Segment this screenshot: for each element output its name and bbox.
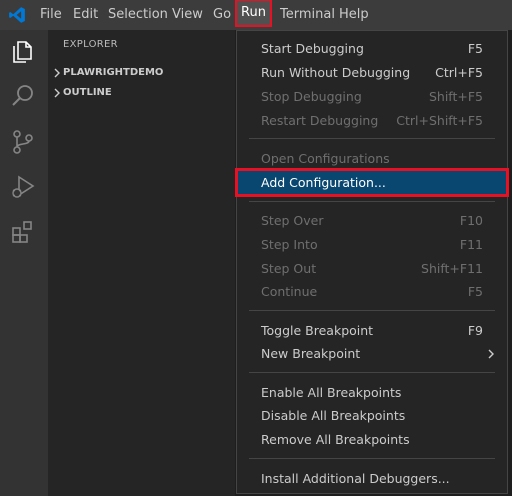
menu-item-shortcut: F10 [459,213,483,228]
section-outline[interactable]: OUTLINE [48,83,235,103]
menu-separator [249,458,495,459]
menu-file[interactable]: File [40,6,62,24]
section-plawrightdemo[interactable]: PLAWRIGHTDEMO [48,63,235,83]
menu-separator [249,201,495,202]
vscode-window: File Edit Selection View Go Run Terminal… [0,0,512,496]
sidebar-title: EXPLORER [63,39,118,50]
menu-item-label: Disable All Breakpoints [261,408,406,423]
menu-item-shortcut: Shift+F11 [421,261,483,276]
vscode-logo-icon [9,7,25,23]
menu-item-start-debugging[interactable]: Start Debugging F5 [237,37,507,60]
menu-item-shortcut: Shift+F5 [428,89,483,104]
menu-item-shortcut: Ctrl+Shift+F5 [396,113,483,128]
menu-item-enable-all-breakpoints[interactable]: Enable All Breakpoints [237,381,507,404]
menu-item-label: Enable All Breakpoints [261,385,402,400]
menu-item-label: Step Out [261,261,317,276]
section-label: OUTLINE [63,87,112,98]
run-menu-dropdown: Start Debugging F5 Run Without Debugging… [235,30,509,494]
menu-item-add-configuration[interactable]: Add Configuration... [235,168,509,197]
menu-item-shortcut: F5 [467,41,483,56]
menu-item-shortcut: F11 [459,237,483,252]
menu-separator [249,138,495,139]
menu-help[interactable]: Help [339,6,369,24]
menu-item-step-out: Step Out Shift+F11 [237,257,507,280]
menu-item-label: Restart Debugging [261,113,379,128]
menu-item-label: Stop Debugging [261,89,362,104]
extensions-icon[interactable] [9,218,37,246]
menu-item-shortcut: F5 [467,284,483,299]
menu-item-label: Install Additional Debuggers... [261,471,450,486]
menu-item-shortcut: Ctrl+F5 [435,65,483,80]
menu-item-step-into: Step Into F11 [237,233,507,256]
menu-item-label: Add Configuration... [261,175,386,190]
activity-bar [0,30,48,496]
menu-item-open-configurations: Open Configurations [237,147,507,170]
menu-item-new-breakpoint[interactable]: New Breakpoint [237,342,507,365]
source-control-icon[interactable] [9,128,37,156]
menu-item-remove-all-breakpoints[interactable]: Remove All Breakpoints [237,428,507,451]
menu-item-label: Run Without Debugging [261,65,411,80]
files-icon[interactable] [9,38,37,66]
menu-item-shortcut: F9 [467,323,483,338]
menu-item-label: Step Over [261,213,324,228]
menu-item-label: Toggle Breakpoint [261,323,374,338]
chevron-right-icon [54,88,60,98]
menu-item-restart-debugging: Restart Debugging Ctrl+Shift+F5 [237,109,507,132]
run-debug-icon[interactable] [9,173,37,201]
menu-item-label: Step Into [261,237,318,252]
menu-item-continue: Continue F5 [237,280,507,303]
menu-view[interactable]: View [172,6,203,24]
menu-terminal[interactable]: Terminal [280,6,335,24]
menu-separator [249,372,495,373]
menu-item-install-additional-debuggers[interactable]: Install Additional Debuggers... [237,467,507,490]
menu-item-label: Continue [261,284,318,299]
submenu-chevron-icon [488,349,494,359]
menu-go[interactable]: Go [213,6,231,24]
menu-separator [249,310,495,311]
section-label: PLAWRIGHTDEMO [63,67,164,78]
chevron-right-icon [54,68,60,78]
menu-item-label: Open Configurations [261,151,390,166]
menu-item-stop-debugging: Stop Debugging Shift+F5 [237,85,507,108]
explorer-sidebar: EXPLORER PLAWRIGHTDEMO OUTLINE [48,30,235,496]
menu-item-label: Start Debugging [261,41,364,56]
menu-selection[interactable]: Selection [108,6,168,24]
menu-item-label: New Breakpoint [261,346,361,361]
menu-edit[interactable]: Edit [73,6,98,24]
menu-item-disable-all-breakpoints[interactable]: Disable All Breakpoints [237,404,507,427]
menu-bar: File Edit Selection View Go Run Terminal… [0,0,512,30]
menu-item-label: Remove All Breakpoints [261,432,410,447]
menu-run[interactable]: Run [235,0,272,27]
menu-item-toggle-breakpoint[interactable]: Toggle Breakpoint F9 [237,319,507,342]
search-icon[interactable] [9,82,37,110]
menu-item-step-over: Step Over F10 [237,209,507,232]
menu-item-run-without-debugging[interactable]: Run Without Debugging Ctrl+F5 [237,61,507,84]
